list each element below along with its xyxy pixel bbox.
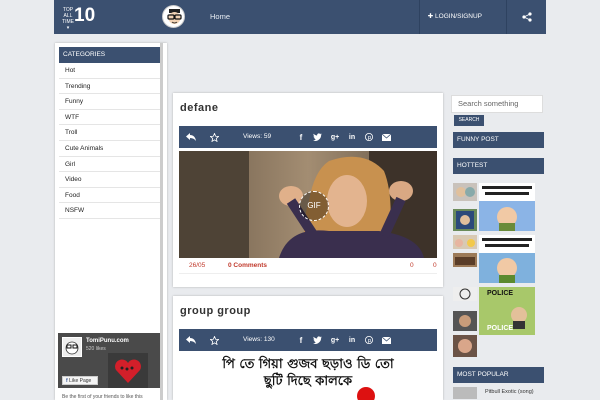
top-navbar: TOP ALL TIME ▾ 10 Home ✚ LOGIN/SIGNUP xyxy=(54,0,546,34)
gif-play-button[interactable]: GIF xyxy=(299,191,329,221)
heart-image-icon xyxy=(108,353,148,388)
pinterest-share-icon[interactable]: p xyxy=(361,329,377,351)
hottest-thumbnail[interactable] xyxy=(453,183,477,201)
email-share-icon[interactable] xyxy=(378,126,394,148)
reply-icon[interactable] xyxy=(183,329,199,351)
hottest-thumbnail[interactable] xyxy=(453,311,477,331)
funny-post-header[interactable]: FUNNY POST xyxy=(453,132,544,148)
reply-icon[interactable] xyxy=(183,126,199,148)
post-card: defane Views: 59 f g+ in p GIF 26/05 0 C… xyxy=(173,93,443,287)
view-count: Views: 130 xyxy=(243,336,275,343)
facebook-page-widget[interactable]: TomiPunu.com 520 likes f Like Page xyxy=(58,333,162,388)
categories-sidebar: CATEGORIES Hot Trending Funny WTF Troll … xyxy=(55,43,167,400)
post-meme-image[interactable]: পি তে গিয়া গুজব ছড়াও ডি তো ছুটি দিছে ক… xyxy=(179,353,437,400)
top-all-time-label[interactable]: TOP ALL TIME ▾ xyxy=(62,7,74,31)
glasses-face-icon xyxy=(167,9,182,24)
category-funny[interactable]: Funny xyxy=(59,94,162,110)
page-name[interactable]: TomiPunu.com xyxy=(86,338,129,344)
hottest-thumbnail[interactable] xyxy=(453,335,477,357)
nav-home-link[interactable]: Home xyxy=(210,12,230,21)
like-page-label: Like Page xyxy=(69,378,92,384)
email-share-icon[interactable] xyxy=(378,329,394,351)
most-popular-header: MOST POPULAR xyxy=(453,367,544,383)
post-title[interactable]: group group xyxy=(180,305,251,317)
share-button[interactable] xyxy=(506,0,546,34)
facebook-share-icon[interactable]: f xyxy=(293,126,309,148)
post-card: group group Views: 130 f g+ in p পি তে গ… xyxy=(173,296,443,400)
twitter-share-icon[interactable] xyxy=(309,126,325,148)
search-button[interactable]: SEARCH xyxy=(454,115,484,126)
meme-caption-line-2: ছুটি দিছে কালকে xyxy=(263,374,353,389)
hottest-thumbnail[interactable] xyxy=(453,235,477,249)
hottest-thumbnail[interactable] xyxy=(479,183,535,231)
hottest-thumbnail[interactable] xyxy=(453,253,477,267)
page-avatar xyxy=(62,337,82,357)
category-wtf[interactable]: WTF xyxy=(59,110,162,126)
reaction-count-a[interactable]: 0 xyxy=(410,258,414,274)
hottest-thumbnail[interactable] xyxy=(479,235,535,283)
plus-icon: ✚ xyxy=(427,13,436,20)
star-icon[interactable] xyxy=(206,126,222,148)
category-troll[interactable]: Troll xyxy=(59,125,162,141)
login-label: LOGIN/SIGNUP xyxy=(435,13,482,20)
categories-header: CATEGORIES xyxy=(59,47,162,63)
fb-widget-footer: Be the first of your friends to like thi… xyxy=(62,394,143,400)
like-page-button[interactable]: f Like Page xyxy=(62,376,98,385)
post-date: 26/05 xyxy=(189,262,206,269)
linkedin-share-icon[interactable]: in xyxy=(344,126,360,148)
svg-text:p: p xyxy=(368,135,372,141)
page-likes: 520 likes xyxy=(86,346,106,352)
linkedin-share-icon[interactable]: in xyxy=(344,329,360,351)
post-share-bar: Views: 59 f g+ in p xyxy=(179,126,437,148)
popular-thumbnail xyxy=(453,387,477,399)
popular-item[interactable]: Pitbull Exotic (song) xyxy=(453,387,544,399)
hottest-thumbnail[interactable] xyxy=(453,209,477,231)
category-food[interactable]: Food xyxy=(59,188,162,204)
post-share-bar: Views: 130 f g+ in p xyxy=(179,329,437,351)
reaction-count-b[interactable]: 0 xyxy=(433,258,437,274)
view-count: Views: 59 xyxy=(243,133,272,140)
post-gif-image[interactable]: GIF xyxy=(179,151,437,258)
caret-down-icon: ▾ xyxy=(66,25,70,31)
share-icon xyxy=(521,12,532,22)
red-balloon-icon xyxy=(357,387,375,400)
google-plus-share-icon[interactable]: g+ xyxy=(327,126,343,148)
svg-text:p: p xyxy=(368,338,372,344)
hottest-header: HOTTEST xyxy=(453,158,544,174)
post-meta-bar: 26/05 0 Comments 0 0 xyxy=(179,258,437,274)
star-icon[interactable] xyxy=(206,329,222,351)
comments-link[interactable]: 0 Comments xyxy=(228,258,267,274)
search-input[interactable]: Search something xyxy=(451,95,543,113)
hottest-thumbnail[interactable]: POLICE POLICE xyxy=(479,287,535,335)
category-girl[interactable]: Girl xyxy=(59,157,162,173)
category-video[interactable]: Video xyxy=(59,172,162,188)
category-nsfw[interactable]: NSFW xyxy=(59,203,162,219)
google-plus-share-icon[interactable]: g+ xyxy=(327,329,343,351)
hottest-thumbnail[interactable] xyxy=(453,287,477,301)
category-hot[interactable]: Hot xyxy=(59,63,162,79)
popular-item-title: Pitbull Exotic (song) xyxy=(485,389,534,395)
pinterest-share-icon[interactable]: p xyxy=(361,126,377,148)
login-signup-button[interactable]: ✚ LOGIN/SIGNUP xyxy=(418,0,490,34)
sidebar-scrollbar[interactable] xyxy=(160,43,163,400)
post-title[interactable]: defane xyxy=(180,102,218,114)
twitter-share-icon[interactable] xyxy=(309,329,325,351)
top-number[interactable]: 10 xyxy=(74,5,95,27)
category-trending[interactable]: Trending xyxy=(59,79,162,95)
category-cute-animals[interactable]: Cute Animals xyxy=(59,141,162,157)
facebook-share-icon[interactable]: f xyxy=(293,329,309,351)
site-logo[interactable] xyxy=(162,5,185,28)
